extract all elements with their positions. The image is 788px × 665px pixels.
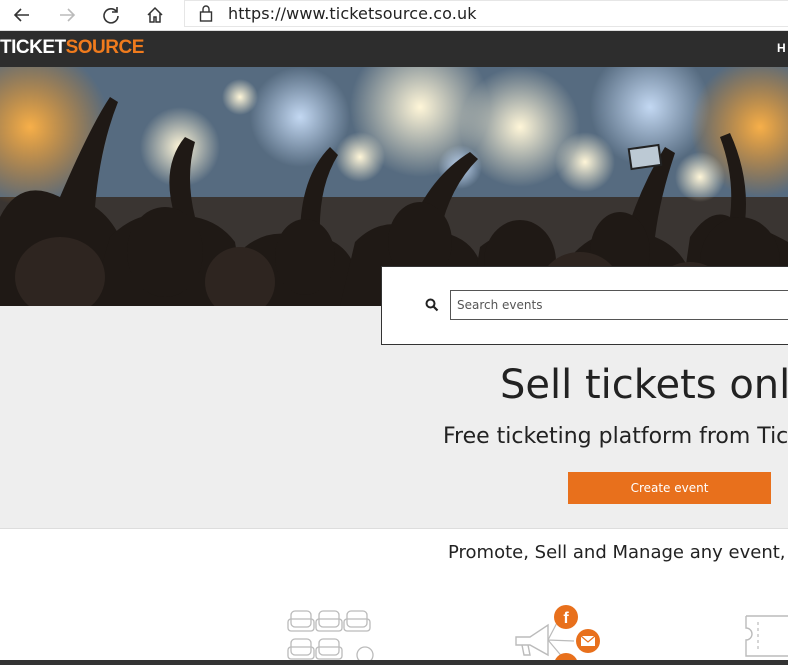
site-logo[interactable]: TICKETSOURCE (0, 37, 144, 59)
social-share-icon: f (512, 603, 604, 665)
window-bottom-edge (0, 660, 788, 665)
forward-arrow-icon[interactable] (55, 3, 79, 27)
browser-toolbar: https://www.ticketsource.co.uk (0, 0, 788, 31)
home-icon[interactable] (143, 3, 167, 27)
features-tagline: Promote, Sell and Manage any event, i (448, 542, 788, 563)
address-bar[interactable]: https://www.ticketsource.co.uk (184, 0, 788, 27)
ticket-icon (742, 612, 788, 664)
logo-part-ticket: TICKET (0, 37, 66, 58)
page-title: Sell tickets onli (500, 362, 788, 408)
svg-text:f: f (563, 610, 569, 627)
nav-link-partial[interactable]: H (777, 41, 786, 55)
search-icon[interactable] (425, 297, 439, 316)
site-header: TICKETSOURCE H (0, 31, 788, 67)
search-input[interactable] (450, 290, 788, 320)
lock-icon (199, 4, 213, 26)
url-text: https://www.ticketsource.co.uk (228, 4, 477, 23)
refresh-icon[interactable] (99, 3, 123, 27)
back-arrow-icon[interactable] (10, 3, 34, 27)
page-subtitle: Free ticketing platform from Tic (443, 424, 788, 449)
create-event-button[interactable]: Create event (568, 472, 771, 504)
logo-part-source: SOURCE (65, 37, 145, 58)
seating-chart-icon (285, 605, 377, 665)
